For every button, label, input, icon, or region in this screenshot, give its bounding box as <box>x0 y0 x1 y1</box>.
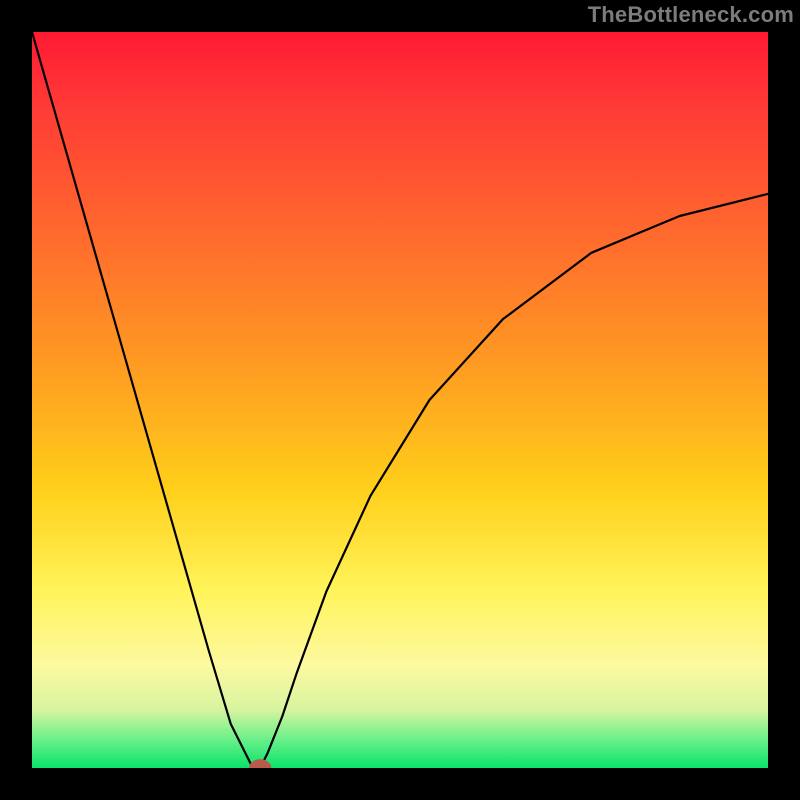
bottleneck-curve <box>32 32 768 768</box>
plot-area <box>32 32 768 768</box>
curve-layer <box>32 32 768 768</box>
watermark-text: TheBottleneck.com <box>588 2 794 28</box>
chart-frame: TheBottleneck.com <box>0 0 800 800</box>
minimum-point-marker <box>253 763 268 768</box>
